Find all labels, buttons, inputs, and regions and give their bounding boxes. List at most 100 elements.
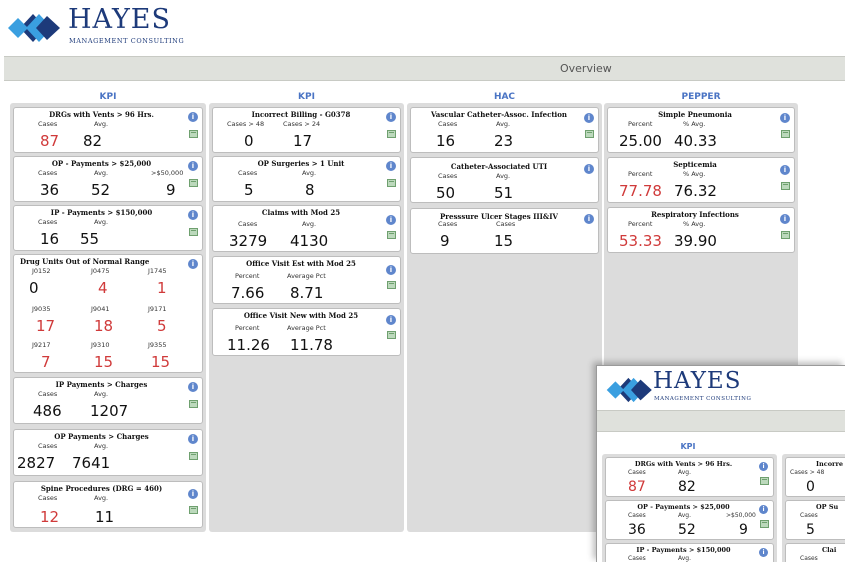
hac-card-catheter-uti[interactable]: Catheter-Associated UTI i Cases Avg. 50 … <box>410 157 599 203</box>
info-icon[interactable]: i <box>780 214 790 224</box>
card-value: 25.00 <box>619 132 662 150</box>
overlay-card-incorrect-billing[interactable]: Incorre Cases > 48 0 <box>785 457 845 497</box>
info-icon[interactable]: i <box>188 434 198 444</box>
kpi-card-office-visit-new[interactable]: Office Visit New with Mod 25 i Percent A… <box>212 308 401 356</box>
card-value: 87 <box>40 132 60 150</box>
info-icon[interactable]: i <box>188 210 198 220</box>
card-title: Septicemia <box>673 160 717 169</box>
spreadsheet-icon[interactable] <box>189 130 198 138</box>
info-icon[interactable]: i <box>188 112 198 122</box>
overlay-window-preview[interactable]: HAYES MANAGEMENT CONSULTING KPI DRGs wit… <box>596 365 845 562</box>
info-icon[interactable]: i <box>759 548 768 557</box>
overlay-card-op-surgeries[interactable]: OP Su Cases 5 <box>785 500 845 540</box>
card-value: 11 <box>95 508 115 526</box>
info-icon[interactable]: i <box>386 215 396 225</box>
card-label: Avg. <box>94 390 109 398</box>
card-value: 16 <box>40 230 60 248</box>
spreadsheet-icon[interactable] <box>760 477 769 485</box>
overlay-card-drgs-vents[interactable]: DRGs with Vents > 96 Hrs. i Cases Avg. 8… <box>605 457 774 497</box>
kpi-card-drgs-vents[interactable]: DRGs with Vents > 96 Hrs. i Cases Avg. 8… <box>13 107 203 153</box>
card-value: 8.71 <box>290 284 324 302</box>
info-icon[interactable]: i <box>386 161 396 171</box>
spreadsheet-icon[interactable] <box>781 231 790 239</box>
info-icon[interactable]: i <box>584 113 594 123</box>
spreadsheet-icon[interactable] <box>189 506 198 514</box>
info-icon[interactable]: i <box>759 505 768 514</box>
card-label: Cases <box>38 442 58 450</box>
pepper-card-septicemia[interactable]: Septicemia i Percent % Avg. 77.78 76.32 <box>607 157 795 203</box>
overlay-card-ip-payments[interactable]: IP - Payments > $150,000 i Cases Avg. <box>605 543 774 562</box>
info-icon[interactable]: i <box>780 113 790 123</box>
info-icon[interactable]: i <box>584 164 594 174</box>
info-icon[interactable]: i <box>188 259 198 269</box>
kpi-card-ip-payments-150000[interactable]: IP - Payments > $150,000 i Cases Avg. 16… <box>13 205 203 251</box>
spreadsheet-icon[interactable] <box>387 281 396 289</box>
info-icon[interactable]: i <box>584 214 594 224</box>
info-icon[interactable]: i <box>386 112 396 122</box>
card-value: 50 <box>436 184 456 202</box>
column-header-kpi-2: KPI <box>298 92 315 102</box>
overlay-brand-subtitle: MANAGEMENT CONSULTING <box>654 396 752 402</box>
kpi-card-op-payments-25000[interactable]: OP - Payments > $25,000 i Cases Avg. >$5… <box>13 156 203 202</box>
info-icon[interactable]: i <box>386 265 396 275</box>
card-value: 15 <box>494 232 514 250</box>
card-value: 52 <box>678 522 696 538</box>
kpi-card-drug-units[interactable]: Drug Units Out of Normal Range i J0152 J… <box>13 254 203 373</box>
info-icon[interactable]: i <box>780 165 790 175</box>
card-value: 8 <box>305 181 315 199</box>
hayes-logo[interactable]: HAYES MANAGEMENT CONSULTING <box>6 4 206 50</box>
spreadsheet-icon[interactable] <box>387 231 396 239</box>
pepper-card-respiratory-infections[interactable]: Respiratory Infections i Percent % Avg. … <box>607 207 795 253</box>
card-value: 7641 <box>72 454 111 472</box>
drug-code-label: J9310 <box>91 341 110 349</box>
info-icon[interactable]: i <box>759 462 768 471</box>
kpi-card-op-surgeries[interactable]: OP Surgeries > 1 Unit i Cases Avg. 5 8 <box>212 156 401 202</box>
drug-code-label: J9217 <box>32 341 51 349</box>
card-title: OP Payments > Charges <box>54 432 149 441</box>
spreadsheet-icon[interactable] <box>585 130 594 138</box>
card-title: OP Surgeries > 1 Unit <box>257 159 345 168</box>
spreadsheet-icon[interactable] <box>387 179 396 187</box>
info-icon[interactable]: i <box>386 315 396 325</box>
hac-card-vascular-catheter[interactable]: Vascular Catheter-Assoc. Infection i Cas… <box>410 107 599 153</box>
spreadsheet-icon[interactable] <box>189 228 198 236</box>
overlay-card-claims[interactable]: Clai Cases <box>785 543 845 562</box>
info-icon[interactable]: i <box>188 161 198 171</box>
pepper-card-simple-pneumonia[interactable]: Simple Pneumonia i Percent % Avg. 25.00 … <box>607 107 795 153</box>
drug-code-label: J0475 <box>91 267 110 275</box>
card-title: Respiratory Infections <box>651 210 739 219</box>
spreadsheet-icon[interactable] <box>781 130 790 138</box>
kpi-card-office-visit-est[interactable]: Office Visit Est with Mod 25 i Percent A… <box>212 256 401 304</box>
card-label: Cases <box>628 512 646 519</box>
kpi-card-op-payments-charges[interactable]: OP Payments > Charges i Cases Avg. 2827 … <box>13 429 203 476</box>
card-title: IP Payments > Charges <box>55 380 148 389</box>
card-title: Incorrect Billing - G0378 <box>251 110 351 119</box>
card-label: Avg. <box>678 555 692 562</box>
card-value: 36 <box>40 181 60 199</box>
kpi-card-claims-mod-25[interactable]: Claims with Mod 25 i Cases Avg. 3279 413… <box>212 205 401 252</box>
card-label: Cases <box>38 494 58 502</box>
spreadsheet-icon[interactable] <box>189 452 198 460</box>
spreadsheet-icon[interactable] <box>760 520 769 528</box>
kpi-card-incorrect-billing[interactable]: Incorrect Billing - G0378 i Cases > 48 C… <box>212 107 401 153</box>
info-icon[interactable]: i <box>188 382 198 392</box>
kpi-card-spine-procedures[interactable]: Spine Procedures (DRG = 460) i Cases Avg… <box>13 481 203 528</box>
spreadsheet-icon[interactable] <box>781 182 790 190</box>
spreadsheet-icon[interactable] <box>387 331 396 339</box>
kpi-card-ip-payments-charges[interactable]: IP Payments > Charges i Cases Avg. 486 1… <box>13 377 203 424</box>
card-label: Cases <box>496 220 516 228</box>
app-header: HAYES MANAGEMENT CONSULTING <box>0 0 845 54</box>
card-label: Avg. <box>94 494 109 502</box>
spreadsheet-icon[interactable] <box>387 130 396 138</box>
drug-value: 0 <box>29 279 39 297</box>
card-value: 40.33 <box>674 132 717 150</box>
overlay-card-op-payments[interactable]: OP - Payments > $25,000 i Cases Avg. >$5… <box>605 500 774 540</box>
spreadsheet-icon[interactable] <box>189 179 198 187</box>
spreadsheet-icon[interactable] <box>189 400 198 408</box>
card-label: Average Pct <box>287 272 326 280</box>
column-header-hac: HAC <box>493 92 516 102</box>
info-icon[interactable]: i <box>188 489 198 499</box>
card-title: IP - Payments > $150,000 <box>636 546 731 554</box>
hac-card-pressure-ulcer[interactable]: Presssure Ulcer Stages III&IV i Cases Ca… <box>410 208 599 254</box>
card-label: Percent <box>628 120 653 128</box>
